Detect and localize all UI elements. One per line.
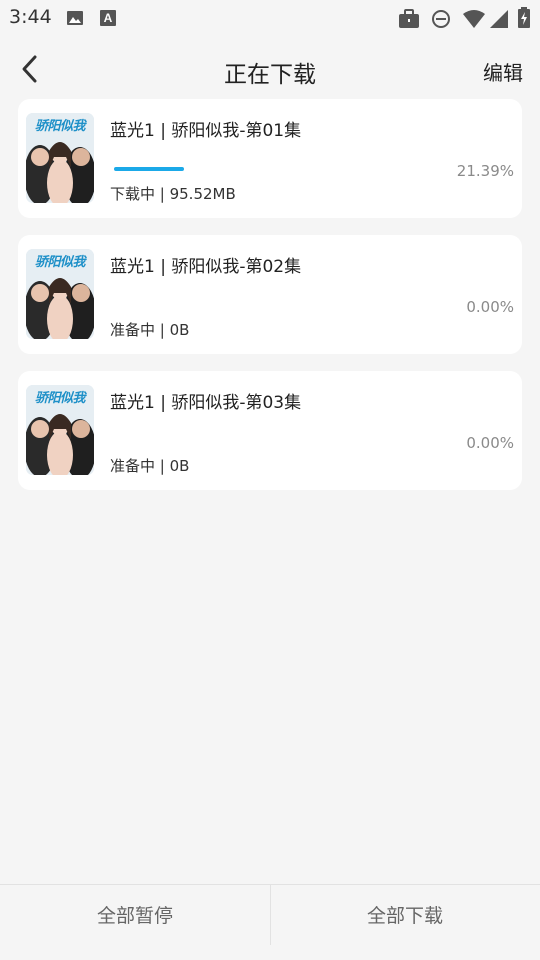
item-percent: 0.00%: [466, 434, 514, 452]
download-screen: 3:44 A 正在下载 编辑 骄阳似我 蓝光1 | 骄阳似我-第01集 下载中 …: [0, 0, 540, 960]
download-item[interactable]: 骄阳似我 蓝光1 | 骄阳似我-第02集 准备中 | 0B 0.00%: [18, 235, 522, 354]
dnd-icon: [432, 10, 450, 28]
poster-title: 骄阳似我: [34, 119, 86, 134]
pause-all-button[interactable]: 全部暂停: [0, 885, 270, 947]
item-title: 蓝光1 | 骄阳似我-第01集: [110, 121, 302, 141]
poster-thumbnail: 骄阳似我: [26, 113, 94, 203]
poster-thumbnail: 骄阳似我: [26, 385, 94, 475]
item-status: 准备中 | 0B: [110, 457, 190, 475]
image-icon: [67, 11, 83, 25]
status-bar: 3:44 A: [0, 0, 540, 36]
item-percent: 0.00%: [466, 298, 514, 316]
header: 正在下载 编辑: [0, 40, 540, 98]
wifi-icon: [463, 10, 485, 28]
item-status: 准备中 | 0B: [110, 321, 190, 339]
poster-title: 骄阳似我: [34, 255, 86, 270]
svg-text:A: A: [104, 11, 113, 25]
status-time: 3:44: [9, 6, 52, 28]
item-status: 下载中 | 95.52MB: [110, 185, 236, 203]
progress-bar: [114, 167, 184, 171]
bottom-action-bar: 全部暂停 全部下载: [0, 884, 540, 960]
item-title: 蓝光1 | 骄阳似我-第02集: [110, 257, 302, 277]
a-icon: A: [100, 10, 116, 26]
download-all-button[interactable]: 全部下载: [270, 885, 540, 947]
item-percent: 21.39%: [456, 162, 514, 180]
edit-button[interactable]: 编辑: [483, 57, 523, 86]
poster-thumbnail: 骄阳似我: [26, 249, 94, 339]
download-list: 骄阳似我 蓝光1 | 骄阳似我-第01集 下载中 | 95.52MB 21.39…: [18, 99, 522, 507]
signal-icon: [490, 10, 508, 28]
download-item[interactable]: 骄阳似我 蓝光1 | 骄阳似我-第03集 准备中 | 0B 0.00%: [18, 371, 522, 490]
page-title: 正在下载: [224, 62, 316, 88]
download-item[interactable]: 骄阳似我 蓝光1 | 骄阳似我-第01集 下载中 | 95.52MB 21.39…: [18, 99, 522, 218]
briefcase-icon: [399, 9, 419, 28]
battery-icon: [518, 7, 530, 28]
progress-fill: [114, 167, 184, 171]
item-title: 蓝光1 | 骄阳似我-第03集: [110, 393, 302, 413]
poster-title: 骄阳似我: [34, 391, 86, 406]
